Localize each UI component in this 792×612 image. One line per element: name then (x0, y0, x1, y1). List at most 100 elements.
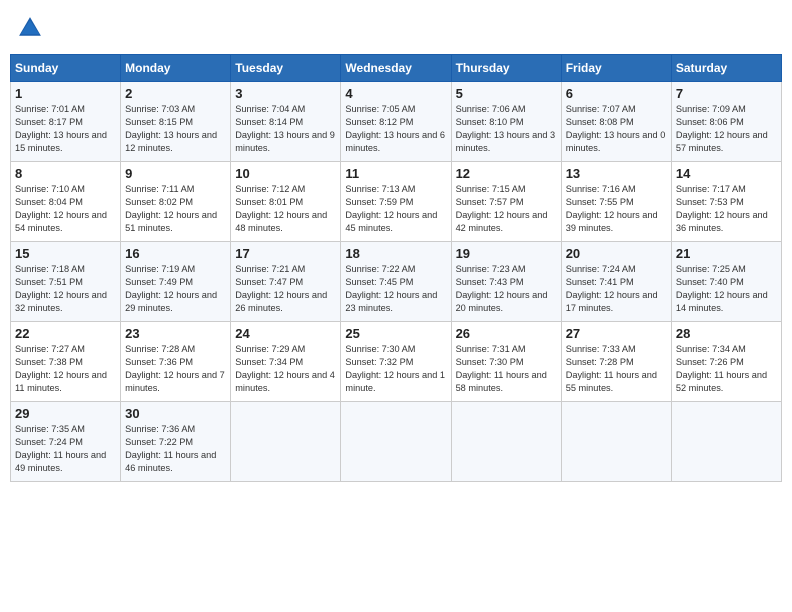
week-row-5: 29 Sunrise: 7:35 AMSunset: 7:24 PMDayligh… (11, 402, 782, 482)
calendar-cell: 4 Sunrise: 7:05 AMSunset: 8:12 PMDaylight… (341, 82, 451, 162)
week-row-4: 22Sunrise: 7:27 AMSunset: 7:38 PMDayligh… (11, 322, 782, 402)
calendar-cell: 29 Sunrise: 7:35 AMSunset: 7:24 PMDayligh… (11, 402, 121, 482)
day-number: 19 (456, 246, 557, 261)
day-number: 29 (15, 406, 116, 421)
calendar-cell (341, 402, 451, 482)
day-info: Sunrise: 7:34 AMSunset: 7:26 PMDaylight:… (676, 343, 777, 395)
day-info: Sunrise: 7:24 AMSunset: 7:41 PMDaylight:… (566, 263, 667, 315)
calendar-cell: 15 Sunrise: 7:18 AMSunset: 7:51 PMDayligh… (11, 242, 121, 322)
day-info: Sunrise: 7:12 AMSunset: 8:01 PMDaylight:… (235, 183, 336, 235)
day-info: Sunrise: 7:03 AMSunset: 8:15 PMDaylight:… (125, 103, 226, 155)
logo-icon (16, 14, 44, 42)
day-number: 6 (566, 86, 667, 101)
header-friday: Friday (561, 55, 671, 82)
day-number: 13 (566, 166, 667, 181)
calendar-cell: 1Sunrise: 7:01 AMSunset: 8:17 PMDaylight… (11, 82, 121, 162)
day-info: Sunrise: 7:30 AMSunset: 7:32 PMDaylight:… (345, 343, 446, 395)
week-row-1: 1Sunrise: 7:01 AMSunset: 8:17 PMDaylight… (11, 82, 782, 162)
day-number: 11 (345, 166, 446, 181)
calendar-cell: 6 Sunrise: 7:07 AMSunset: 8:08 PMDaylight… (561, 82, 671, 162)
header-monday: Monday (121, 55, 231, 82)
calendar-cell (231, 402, 341, 482)
calendar-cell: 26 Sunrise: 7:31 AMSunset: 7:30 PMDayligh… (451, 322, 561, 402)
header-thursday: Thursday (451, 55, 561, 82)
day-number: 12 (456, 166, 557, 181)
day-number: 16 (125, 246, 226, 261)
day-number: 27 (566, 326, 667, 341)
calendar-cell: 13 Sunrise: 7:16 AMSunset: 7:55 PMDayligh… (561, 162, 671, 242)
day-info: Sunrise: 7:28 AMSunset: 7:36 PMDaylight:… (125, 343, 226, 395)
day-info: Sunrise: 7:04 AMSunset: 8:14 PMDaylight:… (235, 103, 336, 155)
calendar-cell: 23 Sunrise: 7:28 AMSunset: 7:36 PMDayligh… (121, 322, 231, 402)
calendar-cell: 11Sunrise: 7:13 AMSunset: 7:59 PMDayligh… (341, 162, 451, 242)
calendar-table: SundayMondayTuesdayWednesdayThursdayFrid… (10, 54, 782, 482)
day-info: Sunrise: 7:29 AMSunset: 7:34 PMDaylight:… (235, 343, 336, 395)
calendar-cell: 25 Sunrise: 7:30 AMSunset: 7:32 PMDayligh… (341, 322, 451, 402)
day-number: 25 (345, 326, 446, 341)
calendar-cell: 3 Sunrise: 7:04 AMSunset: 8:14 PMDaylight… (231, 82, 341, 162)
calendar-cell: 24 Sunrise: 7:29 AMSunset: 7:34 PMDayligh… (231, 322, 341, 402)
day-info: Sunrise: 7:06 AMSunset: 8:10 PMDaylight:… (456, 103, 557, 155)
day-info: Sunrise: 7:09 AMSunset: 8:06 PMDaylight:… (676, 103, 777, 155)
day-number: 1 (15, 86, 116, 101)
day-number: 22 (15, 326, 116, 341)
day-number: 26 (456, 326, 557, 341)
day-number: 15 (15, 246, 116, 261)
header-row: SundayMondayTuesdayWednesdayThursdayFrid… (11, 55, 782, 82)
day-info: Sunrise: 7:10 AMSunset: 8:04 PMDaylight:… (15, 183, 116, 235)
day-info: Sunrise: 7:23 AMSunset: 7:43 PMDaylight:… (456, 263, 557, 315)
calendar-cell: 21 Sunrise: 7:25 AMSunset: 7:40 PMDayligh… (671, 242, 781, 322)
day-number: 30 (125, 406, 226, 421)
header-tuesday: Tuesday (231, 55, 341, 82)
day-number: 24 (235, 326, 336, 341)
day-info: Sunrise: 7:35 AMSunset: 7:24 PMDaylight:… (15, 423, 116, 475)
day-number: 8 (15, 166, 116, 181)
calendar-cell: 27 Sunrise: 7:33 AMSunset: 7:28 PMDayligh… (561, 322, 671, 402)
calendar-cell: 8 Sunrise: 7:10 AMSunset: 8:04 PMDaylight… (11, 162, 121, 242)
calendar-cell: 28 Sunrise: 7:34 AMSunset: 7:26 PMDayligh… (671, 322, 781, 402)
day-info: Sunrise: 7:16 AMSunset: 7:55 PMDaylight:… (566, 183, 667, 235)
day-info: Sunrise: 7:33 AMSunset: 7:28 PMDaylight:… (566, 343, 667, 395)
day-info: Sunrise: 7:19 AMSunset: 7:49 PMDaylight:… (125, 263, 226, 315)
day-info: Sunrise: 7:05 AMSunset: 8:12 PMDaylight:… (345, 103, 446, 155)
header-sunday: Sunday (11, 55, 121, 82)
calendar-cell: 5Sunrise: 7:06 AMSunset: 8:10 PMDaylight… (451, 82, 561, 162)
day-number: 7 (676, 86, 777, 101)
calendar-cell: 18 Sunrise: 7:22 AMSunset: 7:45 PMDayligh… (341, 242, 451, 322)
day-number: 21 (676, 246, 777, 261)
day-number: 2 (125, 86, 226, 101)
calendar-cell (561, 402, 671, 482)
day-info: Sunrise: 7:31 AMSunset: 7:30 PMDaylight:… (456, 343, 557, 395)
calendar-cell: 12 Sunrise: 7:15 AMSunset: 7:57 PMDayligh… (451, 162, 561, 242)
day-number: 20 (566, 246, 667, 261)
page-header (10, 10, 782, 46)
day-number: 23 (125, 326, 226, 341)
logo (16, 14, 48, 42)
day-info: Sunrise: 7:36 AMSunset: 7:22 PMDaylight:… (125, 423, 226, 475)
day-number: 4 (345, 86, 446, 101)
calendar-cell (671, 402, 781, 482)
day-number: 14 (676, 166, 777, 181)
calendar-cell: 14 Sunrise: 7:17 AMSunset: 7:53 PMDayligh… (671, 162, 781, 242)
day-number: 3 (235, 86, 336, 101)
day-info: Sunrise: 7:17 AMSunset: 7:53 PMDaylight:… (676, 183, 777, 235)
day-info: Sunrise: 7:22 AMSunset: 7:45 PMDaylight:… (345, 263, 446, 315)
day-number: 18 (345, 246, 446, 261)
day-info: Sunrise: 7:25 AMSunset: 7:40 PMDaylight:… (676, 263, 777, 315)
calendar-cell: 2 Sunrise: 7:03 AMSunset: 8:15 PMDaylight… (121, 82, 231, 162)
calendar-cell (451, 402, 561, 482)
day-info: Sunrise: 7:21 AMSunset: 7:47 PMDaylight:… (235, 263, 336, 315)
header-wednesday: Wednesday (341, 55, 451, 82)
header-saturday: Saturday (671, 55, 781, 82)
day-info: Sunrise: 7:11 AMSunset: 8:02 PMDaylight:… (125, 183, 226, 235)
day-info: Sunrise: 7:15 AMSunset: 7:57 PMDaylight:… (456, 183, 557, 235)
calendar-cell: 16 Sunrise: 7:19 AMSunset: 7:49 PMDayligh… (121, 242, 231, 322)
calendar-cell: 7 Sunrise: 7:09 AMSunset: 8:06 PMDaylight… (671, 82, 781, 162)
calendar-cell: 17 Sunrise: 7:21 AMSunset: 7:47 PMDayligh… (231, 242, 341, 322)
day-number: 17 (235, 246, 336, 261)
day-info: Sunrise: 7:07 AMSunset: 8:08 PMDaylight:… (566, 103, 667, 155)
week-row-2: 8 Sunrise: 7:10 AMSunset: 8:04 PMDaylight… (11, 162, 782, 242)
day-info: Sunrise: 7:18 AMSunset: 7:51 PMDaylight:… (15, 263, 116, 315)
day-number: 28 (676, 326, 777, 341)
calendar-cell: 10Sunrise: 7:12 AMSunset: 8:01 PMDayligh… (231, 162, 341, 242)
